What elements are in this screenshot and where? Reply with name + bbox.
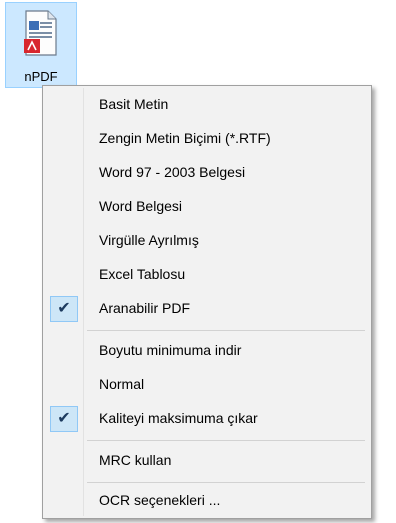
menu-item-label: Aranabilir PDF bbox=[99, 300, 191, 316]
desktop-icon-label: nPDF bbox=[24, 69, 58, 84]
menu-item-mrc-kullan[interactable]: MRC kullan bbox=[45, 444, 369, 478]
menu-item-normal[interactable]: Normal bbox=[45, 368, 369, 402]
menu-separator bbox=[87, 482, 365, 483]
menu-item-label: Basit Metin bbox=[99, 96, 169, 112]
menu-item-aranabilir-pdf[interactable]: ✔ Aranabilir PDF bbox=[45, 292, 369, 326]
menu-item-label: Word 97 - 2003 Belgesi bbox=[99, 164, 246, 180]
menu-item-word-belgesi[interactable]: Word Belgesi bbox=[45, 190, 369, 224]
context-menu: Basit Metin Zengin Metin Biçimi (*.RTF) … bbox=[42, 85, 372, 519]
menu-item-boyutu-minimuma-indir[interactable]: Boyutu minimuma indir bbox=[45, 334, 369, 368]
checkmark-icon: ✔ bbox=[50, 296, 78, 322]
menu-item-zengin-metin-rtf[interactable]: Zengin Metin Biçimi (*.RTF) bbox=[45, 122, 369, 156]
menu-item-label: MRC kullan bbox=[99, 452, 172, 468]
menu-item-word-97-2003[interactable]: Word 97 - 2003 Belgesi bbox=[45, 156, 369, 190]
menu-item-label: Virgülle Ayrılmış bbox=[99, 232, 199, 248]
menu-item-label: Zengin Metin Biçimi (*.RTF) bbox=[99, 130, 271, 146]
menu-item-label: Kaliteyi maksimuma çıkar bbox=[99, 410, 258, 426]
desktop-file-icon[interactable]: nPDF bbox=[5, 2, 77, 88]
menu-item-label: Boyutu minimuma indir bbox=[99, 342, 242, 358]
menu-item-label: Normal bbox=[99, 376, 145, 392]
menu-item-ocr-secenekleri[interactable]: OCR seçenekleri ... bbox=[45, 484, 369, 518]
menu-item-label: Excel Tablosu bbox=[99, 266, 186, 282]
menu-item-excel-tablosu[interactable]: Excel Tablosu bbox=[45, 258, 369, 292]
menu-item-virgulle-ayrilmis[interactable]: Virgülle Ayrılmış bbox=[45, 224, 369, 258]
menu-item-label: Word Belgesi bbox=[99, 198, 183, 214]
menu-item-basit-metin[interactable]: Basit Metin bbox=[45, 88, 369, 122]
menu-item-label: OCR seçenekleri ... bbox=[99, 492, 221, 508]
menu-separator bbox=[87, 330, 365, 331]
checkmark-icon: ✔ bbox=[50, 406, 78, 432]
menu-separator bbox=[87, 440, 365, 441]
pdf-document-icon bbox=[24, 10, 57, 56]
menu-item-kaliteyi-maksimuma-cikar[interactable]: ✔ Kaliteyi maksimuma çıkar bbox=[45, 402, 369, 436]
